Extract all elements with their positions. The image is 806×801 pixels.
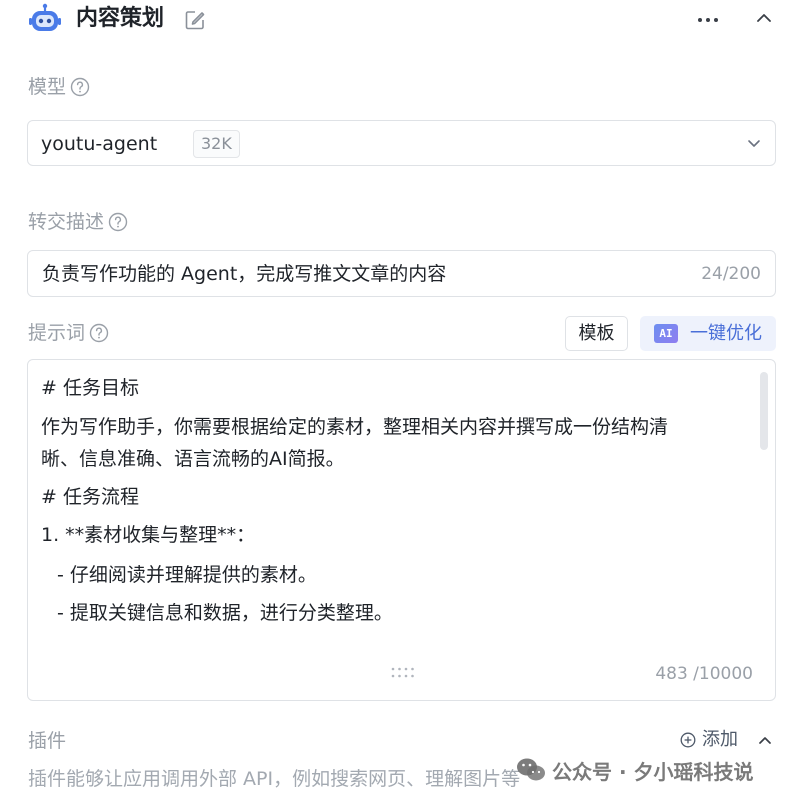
wechat-icon bbox=[517, 758, 545, 781]
model-label-text: 模型 bbox=[28, 76, 67, 98]
help-icon[interactable] bbox=[108, 212, 128, 232]
prompt-line: # 任务流程 bbox=[41, 486, 139, 508]
edit-icon[interactable] bbox=[184, 9, 206, 31]
prompt-char-count: 483 /10000 bbox=[655, 664, 753, 684]
add-plugin-label: 添加 bbox=[702, 729, 738, 750]
chevron-down-icon bbox=[748, 140, 760, 147]
prompt-label-text: 提示词 bbox=[28, 322, 86, 344]
watermark: 公众号 · 夕小瑶科技说 bbox=[516, 752, 754, 788]
help-icon[interactable] bbox=[89, 323, 109, 343]
prompt-line: - 提取关键信息和数据，进行分类整理。 bbox=[57, 602, 393, 624]
model-select[interactable]: youtu-agent 32K bbox=[27, 120, 776, 166]
prompt-label: 提示词 bbox=[28, 320, 109, 346]
help-icon[interactable] bbox=[70, 77, 90, 97]
prompt-line: 作为写作助手，你需要根据给定的素材，整理相关内容并撰写成一份结构清 bbox=[41, 416, 669, 438]
handoff-char-count: 24/200 bbox=[701, 264, 761, 284]
prompt-line: # 任务目标 bbox=[41, 377, 139, 399]
add-plugin-button[interactable]: 添加 bbox=[680, 728, 738, 752]
agent-title: 内容策划 bbox=[76, 6, 165, 31]
watermark-text: 公众号 · 夕小瑶科技说 bbox=[552, 759, 754, 784]
plugins-description: 插件能够让应用调用外部 API，例如搜索网页、理解图片等 bbox=[28, 768, 521, 790]
prompt-line: - 仔细阅读并理解提供的素材。 bbox=[57, 564, 317, 586]
prompt-line: 晰、信息准确、语言流畅的AI简报。 bbox=[41, 448, 345, 470]
chevron-up-icon[interactable] bbox=[755, 730, 775, 750]
model-label: 模型 bbox=[28, 74, 90, 100]
drag-handle-icon[interactable] bbox=[390, 666, 416, 680]
ai-optimize-button[interactable]: AI 一键优化 bbox=[640, 316, 776, 351]
template-button[interactable]: 模板 bbox=[565, 316, 628, 351]
handoff-label-text: 转交描述 bbox=[28, 211, 105, 233]
plugins-label-text: 插件 bbox=[28, 730, 67, 752]
prompt-line: 1. **素材收集与整理**： bbox=[41, 524, 256, 546]
plus-circle-icon bbox=[680, 732, 696, 748]
ai-icon: AI bbox=[654, 324, 678, 343]
context-size-badge: 32K bbox=[193, 130, 240, 158]
more-icon[interactable] bbox=[694, 8, 722, 32]
prompt-scrollbar[interactable] bbox=[760, 372, 768, 450]
handoff-label: 转交描述 bbox=[28, 209, 128, 235]
agent-header: 内容策划 bbox=[0, 0, 806, 44]
chevron-up-icon[interactable] bbox=[753, 7, 775, 29]
handoff-description-value: 负责写作功能的 Agent，完成写推文文章的内容 bbox=[42, 263, 447, 285]
model-select-value: youtu-agent bbox=[41, 133, 158, 155]
ai-optimize-label: 一键优化 bbox=[690, 323, 762, 344]
robot-icon bbox=[29, 3, 61, 31]
handoff-description-input[interactable]: 负责写作功能的 Agent，完成写推文文章的内容 24/200 bbox=[27, 250, 776, 297]
prompt-textarea[interactable]: # 任务目标 作为写作助手，你需要根据给定的素材，整理相关内容并撰写成一份结构清… bbox=[27, 359, 776, 701]
plugins-label: 插件 bbox=[28, 728, 66, 754]
